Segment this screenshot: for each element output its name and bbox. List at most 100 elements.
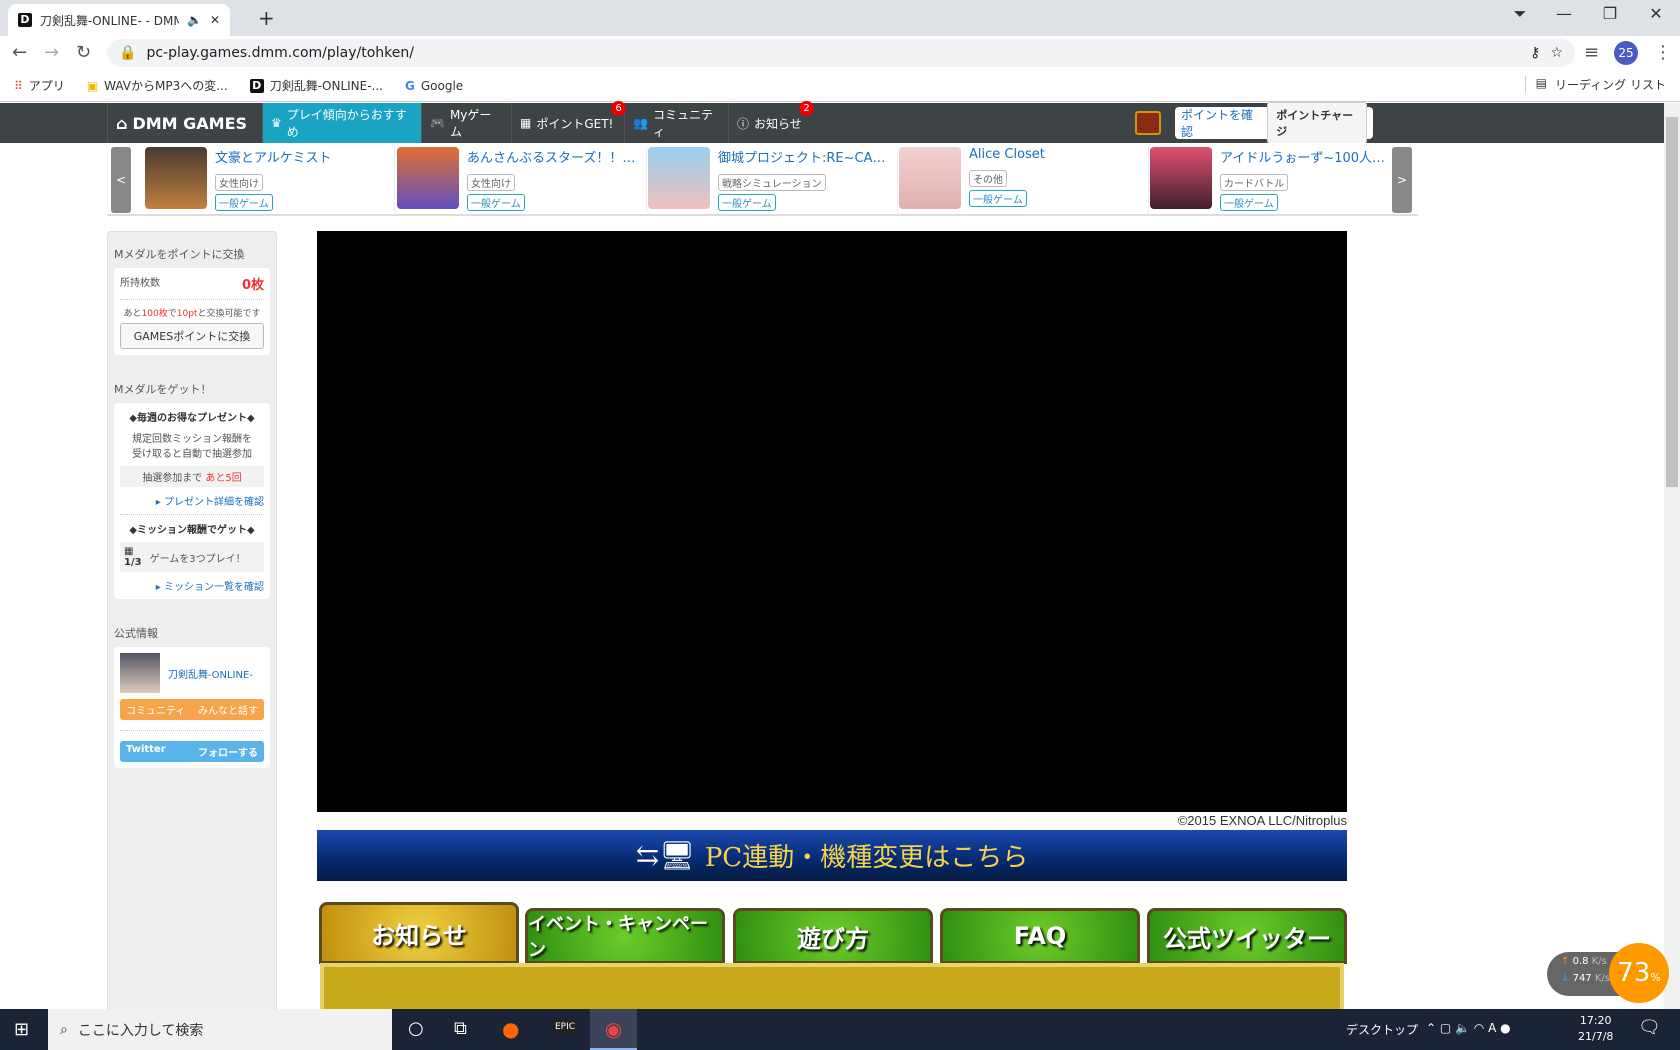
tab-strip: D 刀剣乱舞-ONLINE- - DMM G 🔈 ✕ + ⏷ — ❐ ✕ (0, 0, 1680, 36)
game-canvas[interactable] (317, 231, 1347, 812)
home-icon: ⌂ (116, 113, 128, 133)
bookmark-label: アプリ (28, 79, 65, 93)
nav-community[interactable]: 👥 コミュニティ (625, 103, 729, 143)
download-arrow-icon: ↓ (1561, 973, 1570, 984)
game-card[interactable]: Alice Closet その他一般ゲーム (899, 147, 1149, 213)
game-title[interactable]: 文豪とアルケミスト (215, 147, 385, 166)
official-heading: 公式情報 (114, 627, 158, 640)
check-points-link[interactable]: ポイントを確認 (1181, 106, 1259, 140)
taskbar-search[interactable]: ⌕ ここに入力して検索 (48, 1009, 392, 1050)
carousel-prev-button[interactable]: < (111, 147, 131, 213)
scrollbar-thumb[interactable] (1666, 117, 1678, 487)
tray-icons[interactable]: ⌃ ▢ 🔈 ◠ A ● (1426, 1021, 1511, 1035)
cortana-icon[interactable]: ○ (408, 1018, 424, 1039)
tab-events[interactable]: イベント・キャンペーン (525, 908, 725, 964)
desktop-toolbar[interactable]: デスクトップ (1346, 1021, 1418, 1038)
lock-icon: 🔒 (119, 45, 137, 61)
cpu-usage-badge[interactable]: 73% (1609, 943, 1669, 1003)
game-thumbnail (145, 147, 207, 209)
bookmark-apps[interactable]: ⠿ アプリ (14, 77, 65, 94)
label: コミュニティ (126, 706, 186, 717)
time: 17:20 (1579, 1014, 1612, 1027)
game-card[interactable]: あんさんぶるスターズ！！… 女性向け 一般ゲーム (397, 147, 647, 213)
nav-recommend[interactable]: ♛ プレイ傾向からおすすめ (263, 103, 422, 143)
nav-label: プレイ傾向からおすすめ (286, 108, 407, 139)
official-box: 刀剣乱舞-ONLINE- コミュニティ みんなと話す Twitter フォローする (114, 647, 270, 768)
browser-tab[interactable]: D 刀剣乱舞-ONLINE- - DMM G 🔈 ✕ (8, 4, 230, 36)
task-view-icon[interactable]: ⧉ (454, 1018, 467, 1039)
exchange-button[interactable]: GAMESポイントに交換 (120, 323, 264, 349)
download-speed: 747 (1572, 973, 1592, 984)
key-icon[interactable]: ⚷ (1530, 45, 1540, 61)
type-tag: 一般ゲーム (969, 190, 1027, 207)
tab-faq[interactable]: FAQ (940, 908, 1140, 964)
game-card[interactable]: アイドルうぉーず~100人… カードバトル 一般ゲーム (1150, 147, 1400, 213)
scrollbar[interactable] (1664, 103, 1680, 1009)
info-icon: ⓘ (737, 116, 750, 131)
close-window-button[interactable]: ✕ (1636, 4, 1676, 23)
nav-notice[interactable]: ⓘ お知らせ 2 (729, 101, 819, 143)
close-tab-icon[interactable]: ✕ (210, 13, 220, 27)
menu-icon[interactable]: ⋮ (1654, 42, 1672, 63)
clock[interactable]: 17:20 21/7/8 (1578, 1013, 1613, 1045)
tab-twitter[interactable]: 公式ツイッター (1147, 908, 1347, 964)
game-thumbnail (397, 147, 459, 209)
forward-icon[interactable]: → (44, 42, 59, 63)
windows-start-icon[interactable]: ⊞ (14, 1019, 29, 1040)
present-link[interactable]: ▸ プレゼント詳細を確認 (120, 493, 264, 515)
new-tab-button[interactable]: + (258, 6, 275, 30)
dmm-favicon-icon: D (249, 78, 264, 93)
bookmark-star-icon[interactable]: ☆ (1550, 45, 1563, 61)
back-icon[interactable]: ← (12, 42, 27, 63)
reading-list-button[interactable]: ▤ リーディング リスト (1524, 76, 1666, 93)
game-title[interactable]: 御城プロジェクト:RE~CA… (718, 147, 888, 166)
tab-howto[interactable]: 遊び方 (733, 908, 933, 964)
nav-label: ポイントGET! (536, 116, 614, 131)
nav-point-get[interactable]: ▦ ポイントGET! 6 (512, 101, 626, 143)
community-button[interactable]: コミュニティ みんなと話す (120, 699, 264, 720)
reload-icon[interactable]: ↻ (76, 42, 91, 63)
tab-search-icon[interactable]: ⏷ (1500, 4, 1540, 24)
get-medal-box: ◆毎週のお得なプレゼント◆ 規定回数ミッション報酬を 受け取ると自動で抽選参加 … (114, 403, 270, 599)
address-bar[interactable]: 🔒 pc-play.games.dmm.com/play/tohken/ ⚷ ☆ (107, 39, 1575, 67)
sidebar: Mメダルをポイントに交換 所持枚数 0枚 あと100枚で10ptと交換可能です G… (107, 231, 277, 1021)
game-card[interactable]: 御城プロジェクト:RE~CA… 戦略シミュレーション 一般ゲーム (648, 147, 898, 213)
mission-link[interactable]: ▸ ミッション一覧を確認 (120, 578, 264, 593)
game-title[interactable]: あんさんぶるスターズ！！… (467, 147, 637, 166)
twitter-follow-button[interactable]: Twitter フォローする (120, 741, 264, 762)
dmm-favicon-icon: D (18, 13, 32, 27)
bookmark-wav[interactable]: ▣ WAVからMP3への変... (87, 77, 228, 94)
game-title[interactable]: Alice Closet (969, 147, 1139, 162)
type-tag: 一般ゲーム (718, 194, 776, 211)
chrome-icon[interactable]: ◉ (590, 1009, 637, 1050)
audio-icon[interactable]: 🔈 (187, 13, 202, 27)
pc-link-banner[interactable]: ⇆🖥 PC連動・機種変更はこちら (317, 830, 1347, 881)
official-name-link[interactable]: 刀剣乱舞-ONLINE- (168, 666, 253, 681)
nav-mygame[interactable]: 🎮 Myゲーム (422, 103, 512, 143)
epic-games-icon[interactable]: EPIC (552, 1019, 579, 1035)
genre-tag: その他 (969, 170, 1007, 187)
notification-icon[interactable]: 🗨 (1638, 1017, 1661, 1038)
game-title[interactable]: アイドルうぉーず~100人… (1220, 147, 1390, 166)
point-charge-button[interactable]: ポイントチャージ (1267, 102, 1367, 144)
label: Twitter (126, 744, 166, 755)
upload-speed: 0.8 (1572, 956, 1589, 967)
maximize-button[interactable]: ❐ (1590, 4, 1630, 23)
game-card[interactable]: 文豪とアルケミスト 女性向け 一般ゲーム (145, 147, 395, 213)
exchange-box: 所持枚数 0枚 あと100枚で10ptと交換可能です GAMESポイントに交換 (114, 268, 270, 355)
unit: K/s (1594, 973, 1610, 984)
game-carousel: < > 文豪とアルケミスト 女性向け 一般ゲーム あんさんぶるスターズ！！… 女性向け… (107, 143, 1418, 216)
type-tag: 一般ゲーム (467, 194, 525, 211)
apps-grid-icon: ⠿ (14, 78, 23, 93)
profile-avatar[interactable]: 25 (1614, 41, 1638, 65)
dmm-games-logo[interactable]: ⌂ DMM GAMES (107, 103, 263, 143)
tab-notice[interactable]: お知らせ (319, 902, 519, 964)
media-icon[interactable]: ≡ (1584, 42, 1599, 63)
bookmark-google[interactable]: G Google (405, 79, 463, 93)
bookmark-tohken[interactable]: D 刀剣乱舞-ONLINE-... (249, 77, 383, 94)
firefox-icon[interactable]: ● (502, 1017, 519, 1041)
treasure-chest-icon (1135, 111, 1161, 135)
minimize-button[interactable]: — (1544, 4, 1584, 23)
genre-tag: 女性向け (215, 174, 263, 191)
unit: K/s (1591, 956, 1607, 967)
